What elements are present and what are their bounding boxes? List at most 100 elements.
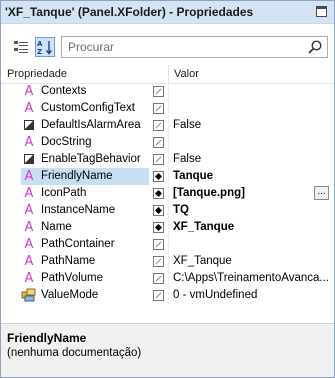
property-value-cell[interactable]: Tanque xyxy=(169,168,334,185)
property-value[interactable]: 0 - vmUndefined xyxy=(173,289,331,301)
search-icon[interactable] xyxy=(307,39,323,55)
property-row[interactable]: DefaultIsAlarmArea False xyxy=(1,117,334,134)
property-row[interactable]: A PathName XF_Tanque xyxy=(1,253,334,270)
default-value-diamond-icon[interactable] xyxy=(153,188,164,199)
value-source-icon[interactable] xyxy=(153,103,164,114)
default-value-diamond-icon[interactable] xyxy=(153,222,164,233)
property-value[interactable]: TQ xyxy=(173,204,331,216)
attribute-icon: A xyxy=(24,254,34,269)
property-grid: Propriedade Valor A Contexts A CustomConfig… xyxy=(1,65,334,305)
property-row[interactable]: A DocString xyxy=(1,134,334,151)
property-value-cell[interactable]: False xyxy=(169,117,334,134)
default-value-diamond-icon[interactable] xyxy=(153,171,164,182)
description-title: FriendlyName xyxy=(7,331,87,345)
grid-header: Propriedade Valor xyxy=(1,65,334,84)
pin-icon[interactable] xyxy=(315,5,328,18)
value-source-icon[interactable] xyxy=(153,154,164,165)
value-source-icon[interactable] xyxy=(153,290,164,301)
property-name: PathContainer xyxy=(41,238,115,250)
property-name-cell[interactable]: A PathVolume xyxy=(21,270,149,287)
value-source-icon[interactable] xyxy=(153,273,164,284)
property-value-cell[interactable] xyxy=(169,134,334,151)
property-value-cell[interactable]: XF_Tanque xyxy=(169,219,334,236)
property-name: DocString xyxy=(41,136,92,148)
value-source-icon[interactable] xyxy=(153,239,164,250)
grid-empty-area xyxy=(1,305,334,323)
property-name: PathName xyxy=(41,255,96,267)
alphabetical-view-button[interactable]: A Z xyxy=(35,37,55,57)
search-input[interactable] xyxy=(68,39,298,55)
property-value[interactable]: [Tanque.png] xyxy=(173,187,331,199)
property-value-cell[interactable]: TQ xyxy=(169,202,334,219)
attribute-icon: A xyxy=(24,186,34,201)
description-panel: FriendlyName (nenhuma documentação) xyxy=(1,324,334,377)
property-row[interactable]: A Name XF_Tanque xyxy=(1,219,334,236)
value-column-header[interactable]: Valor xyxy=(174,68,199,80)
properties-window: 'XF_Tanque' (Panel.XFolder) - Propriedad… xyxy=(0,0,335,378)
value-source-icon[interactable] xyxy=(153,120,164,131)
property-value[interactable]: XF_Tanque xyxy=(173,221,331,233)
property-name-cell[interactable]: DefaultIsAlarmArea xyxy=(21,117,149,134)
property-name-cell[interactable]: EnableTagBehavior xyxy=(21,151,149,168)
description-text: (nenhuma documentação) xyxy=(7,347,142,359)
property-name: DefaultIsAlarmArea xyxy=(41,119,141,131)
property-value-cell[interactable]: XF_Tanque xyxy=(169,253,334,270)
svg-text:A: A xyxy=(37,40,43,48)
property-value-cell[interactable] xyxy=(169,100,334,117)
value-source-icon[interactable] xyxy=(153,256,164,267)
search-box[interactable] xyxy=(61,36,328,58)
property-name-cell[interactable]: A Name xyxy=(21,219,149,236)
property-name: Contexts xyxy=(41,85,87,97)
property-name-cell[interactable]: A IconPath xyxy=(21,185,149,202)
property-value-cell[interactable]: [Tanque.png]... xyxy=(169,185,334,202)
enum-icon xyxy=(21,288,36,302)
property-value-cell[interactable] xyxy=(169,83,334,100)
property-name-cell[interactable]: A PathContainer xyxy=(21,236,149,253)
svg-text:Z: Z xyxy=(37,48,42,56)
property-name-cell[interactable]: A PathName xyxy=(21,253,149,270)
browse-ellipsis-button[interactable]: ... xyxy=(314,186,329,200)
property-name: ValueMode xyxy=(41,289,99,301)
property-name-cell[interactable]: A InstanceName xyxy=(21,202,149,219)
property-name-cell[interactable]: ValueMode xyxy=(21,287,149,304)
attribute-icon: A xyxy=(24,271,34,286)
property-row[interactable]: A PathContainer xyxy=(1,236,334,253)
property-row[interactable]: A IconPath [Tanque.png]... xyxy=(1,185,334,202)
toolbar: A Z xyxy=(1,24,334,65)
property-row[interactable]: A FriendlyName Tanque xyxy=(1,168,334,185)
property-value[interactable]: C:\Apps\TreinamentoAvanca... xyxy=(173,272,331,284)
attribute-icon: A xyxy=(24,135,34,150)
window-title: 'XF_Tanque' (Panel.XFolder) - Propriedad… xyxy=(5,5,254,19)
property-row[interactable]: A InstanceName TQ xyxy=(1,202,334,219)
property-row[interactable]: ValueMode 0 - vmUndefined xyxy=(1,287,334,304)
property-name: FriendlyName xyxy=(41,170,113,182)
property-column-header[interactable]: Propriedade xyxy=(7,68,67,80)
categorized-view-button[interactable] xyxy=(11,37,31,57)
attribute-icon: A xyxy=(24,101,34,116)
property-value-cell[interactable]: False xyxy=(169,151,334,168)
value-source-icon[interactable] xyxy=(153,86,164,97)
property-name-cell[interactable]: A FriendlyName xyxy=(21,168,149,185)
property-value[interactable]: False xyxy=(173,153,331,165)
title-bar[interactable]: 'XF_Tanque' (Panel.XFolder) - Propriedad… xyxy=(1,1,334,24)
property-name-cell[interactable]: A DocString xyxy=(21,134,149,151)
property-value[interactable]: Tanque xyxy=(173,170,331,182)
property-name-cell[interactable]: A Contexts xyxy=(21,83,149,100)
property-value-cell[interactable]: 0 - vmUndefined xyxy=(169,287,334,304)
property-value[interactable]: XF_Tanque xyxy=(173,255,331,267)
property-name-cell[interactable]: A CustomConfigText xyxy=(21,100,149,117)
property-row[interactable]: A PathVolume C:\Apps\TreinamentoAvanca... xyxy=(1,270,334,287)
property-value-cell[interactable] xyxy=(169,236,334,253)
boolean-icon xyxy=(24,154,34,164)
boolean-icon xyxy=(24,120,34,130)
property-name: EnableTagBehavior xyxy=(41,153,141,165)
property-row[interactable]: EnableTagBehavior False xyxy=(1,151,334,168)
property-value[interactable]: False xyxy=(173,119,331,131)
value-source-icon[interactable] xyxy=(153,137,164,148)
property-value-cell[interactable]: C:\Apps\TreinamentoAvanca... xyxy=(169,270,334,287)
property-row[interactable]: A CustomConfigText xyxy=(1,100,334,117)
default-value-diamond-icon[interactable] xyxy=(153,205,164,216)
attribute-icon: A xyxy=(24,203,34,218)
property-name: PathVolume xyxy=(41,272,104,284)
property-row[interactable]: A Contexts xyxy=(1,83,334,100)
